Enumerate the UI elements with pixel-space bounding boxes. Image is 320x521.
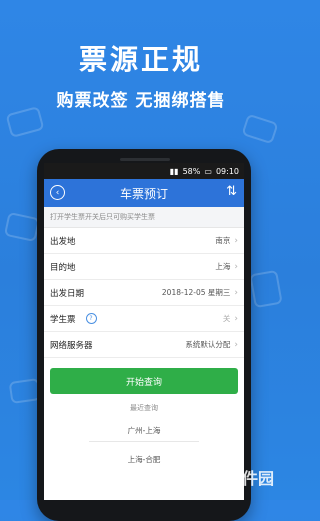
- bg-card-doodle: [249, 269, 283, 309]
- battery-icon: ▭: [204, 166, 212, 176]
- swap-icon[interactable]: ⇅: [226, 184, 237, 199]
- row-student-ticket[interactable]: 学生票 ? 关 ›: [44, 306, 244, 332]
- page-title: 车票预订: [119, 186, 168, 201]
- server-value: 系统默认分配: [185, 340, 231, 349]
- status-time: 09:10: [215, 166, 239, 176]
- server-label: 网络服务器: [50, 340, 93, 351]
- watermark-text: 当下软件园: [193, 469, 274, 488]
- app-bar: ‹ 车票预订 ⇅: [44, 179, 244, 207]
- signal-icon: ▮▮: [169, 166, 179, 176]
- destination-value: 上海: [215, 262, 231, 271]
- departure-date-label: 出发日期: [50, 288, 85, 299]
- row-server[interactable]: 网络服务器 系统默认分配 ›: [44, 332, 244, 358]
- chevron-right-icon: ›: [234, 261, 238, 272]
- row-origin[interactable]: 出发地 南京 ›: [44, 228, 244, 254]
- phone-speaker: [120, 158, 170, 161]
- chevron-right-icon: ›: [234, 235, 238, 246]
- divider: [89, 441, 199, 442]
- row-destination[interactable]: 目的地 上海 ›: [44, 254, 244, 280]
- student-ticket-toggle[interactable]: 关: [223, 313, 231, 324]
- chevron-right-icon: ›: [234, 339, 238, 350]
- origin-label: 出发地: [50, 236, 76, 247]
- origin-value: 南京: [215, 236, 231, 245]
- student-ticket-label: 学生票: [50, 314, 76, 325]
- watermark-logo-icon: ⏻: [163, 464, 190, 490]
- chevron-right-icon: ›: [234, 287, 238, 298]
- recent-queries-title: 最近查询: [130, 404, 158, 412]
- help-icon[interactable]: ?: [85, 313, 97, 324]
- promo-banner: 票源正规 购票改签 无捆绑搭售: [0, 38, 282, 111]
- destination-label: 目的地: [50, 262, 76, 273]
- phone-screen: ▮▮ 58% ▭ 09:10 ‹ 车票预订 ⇅ 打开学生票开关后只可购买学生票 …: [44, 163, 244, 500]
- chevron-right-icon: ›: [234, 313, 238, 324]
- promo-headline: 票源正规: [78, 43, 203, 76]
- watermark: ⏻ 当下软件园: [163, 464, 274, 490]
- departure-date-value: 2018-12-05 星期三: [161, 288, 231, 297]
- status-bar: ▮▮ 58% ▭ 09:10: [44, 163, 244, 179]
- recent-query-item[interactable]: 广州-上海: [44, 425, 244, 436]
- promo-subheadline: 购票改签 无捆绑搭售: [56, 91, 226, 111]
- start-query-button[interactable]: 开始查询: [50, 368, 238, 394]
- bg-ticket-doodle: [241, 113, 279, 145]
- student-ticket-hint: 打开学生票开关后只可购买学生票: [44, 207, 244, 228]
- bg-card-doodle: [3, 211, 41, 243]
- back-icon[interactable]: ‹: [50, 185, 65, 200]
- row-departure-date[interactable]: 出发日期 2018-12-05 星期三 ›: [44, 280, 244, 306]
- battery-level: 58%: [182, 166, 201, 176]
